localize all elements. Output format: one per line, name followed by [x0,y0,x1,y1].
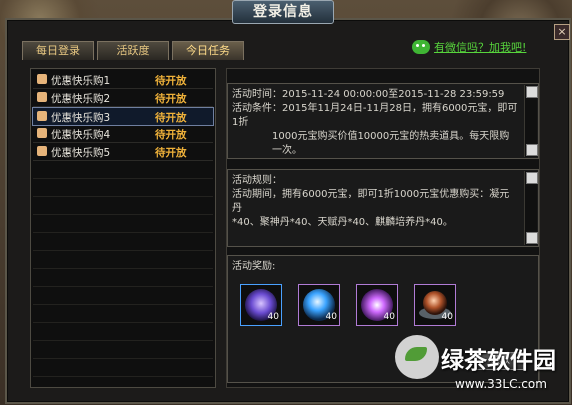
tab-daily-login[interactable]: 每日登录 [22,41,94,60]
dialog-title: 登录信息 [232,0,334,24]
rewards-title: 活动奖励: [232,261,276,272]
activity-info-box: 活动时间：2015-11-24 00:00:00至2015-11-28 23:5… [227,83,539,159]
empty-row [33,269,213,287]
empty-row [33,359,213,377]
activity-info-text: 活动时间：2015-11-24 00:00:00至2015-11-28 23:5… [232,89,518,156]
empty-row [33,287,213,305]
activity-list-item[interactable]: 优惠快乐购1 待开放 [33,71,213,89]
empty-row [33,323,213,341]
wechat-link-text[interactable]: 有微信吗？加我吧! [434,39,526,55]
reward-item[interactable]: 40 [356,284,398,326]
scroll-up-button[interactable] [526,172,538,184]
reward-quantity: 40 [267,312,279,322]
wechat-link[interactable]: 有微信吗？加我吧! [412,39,526,55]
activity-rules-text: 活动规则： 活动期间，拥有6000元宝，即可1折1000元宝优惠购买：凝元丹 *… [232,175,510,228]
empty-row [33,251,213,269]
watermark: 绿茶软件园 www.33LC.com [395,335,570,400]
thumbs-up-icon [37,128,47,138]
activity-list-item-selected[interactable]: 优惠快乐购3 待开放 [32,107,214,126]
scroll-up-button[interactable] [526,86,538,98]
scroll-down-button[interactable] [526,144,538,156]
empty-row [33,179,213,197]
thumbs-up-icon [37,92,47,102]
close-button[interactable]: × [554,24,570,40]
empty-row [33,197,213,215]
scrollbar[interactable] [524,85,538,157]
reward-quantity: 40 [383,312,395,322]
empty-row [33,305,213,323]
thumbs-up-icon [37,74,47,84]
reward-quantity: 40 [325,312,337,322]
activity-list-item[interactable]: 优惠快乐购5 待开放 [33,143,213,161]
empty-row [33,341,213,359]
reward-item[interactable]: 40 [240,284,282,326]
scroll-down-button[interactable] [526,232,538,244]
watermark-text: 绿茶软件园 [441,348,556,374]
activity-list: 优惠快乐购1 待开放 优惠快乐购2 待开放 优惠快乐购3 待开放 优惠快乐购4 … [30,68,216,388]
activity-list-item[interactable]: 优惠快乐购2 待开放 [33,89,213,107]
thumbs-up-icon [37,111,47,121]
empty-row [33,215,213,233]
empty-row [33,161,213,179]
reward-quantity: 40 [441,312,453,322]
tab-today-tasks[interactable]: 今日任务 [172,41,244,60]
activity-list-item[interactable]: 优惠快乐购4 待开放 [33,125,213,143]
reward-item[interactable]: 40 [298,284,340,326]
wechat-icon [412,40,430,54]
empty-row [33,233,213,251]
scrollbar[interactable] [524,171,538,245]
thumbs-up-icon [37,146,47,156]
watermark-url: www.33LC.com [455,377,547,391]
reward-item[interactable]: 40 [414,284,456,326]
tab-activity[interactable]: 活跃度 [97,41,169,60]
activity-rules-box: 活动规则： 活动期间，拥有6000元宝，即可1折1000元宝优惠购买：凝元丹 *… [227,169,539,247]
leaf-logo-icon [395,335,439,379]
